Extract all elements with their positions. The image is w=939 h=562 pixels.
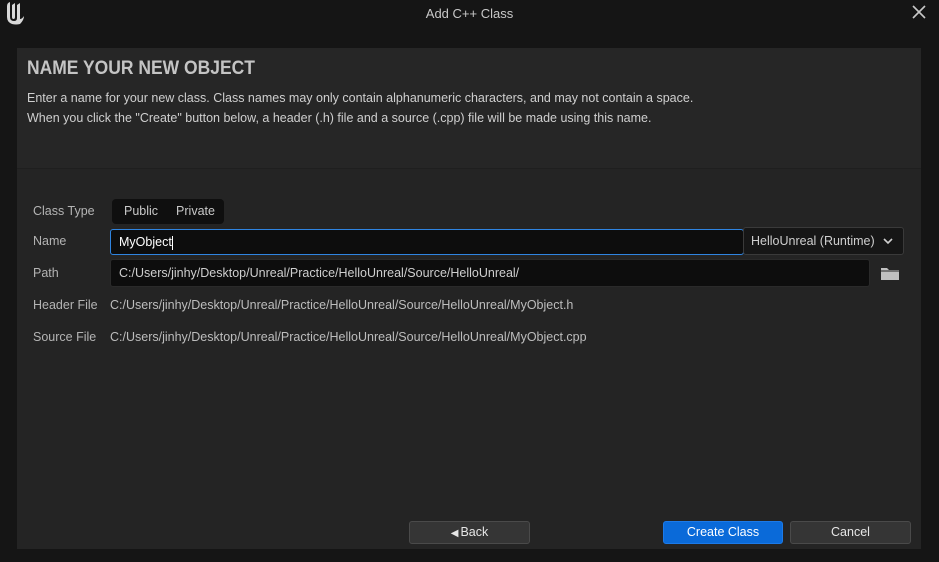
close-icon[interactable] [911, 4, 927, 20]
window-title: Add C++ Class [425, 6, 514, 21]
cancel-button[interactable]: Cancel [790, 521, 911, 544]
class-name-value: MyObject [119, 235, 172, 249]
description-line-2: When you click the "Create" button below… [27, 111, 652, 125]
title-bar: Add C++ Class [0, 0, 939, 28]
back-button[interactable]: ◀ Back [409, 521, 530, 544]
path-input[interactable]: C:/Users/jinhy/Desktop/Unreal/Practice/H… [110, 259, 870, 287]
class-type-public-button[interactable]: Public [112, 199, 167, 224]
create-class-button[interactable]: Create Class [663, 521, 783, 544]
path-label: Path [33, 266, 59, 280]
back-button-label: Back [460, 525, 489, 539]
header-section: NAME YOUR NEW OBJECT Enter a name for yo… [17, 48, 921, 169]
module-dropdown-value: HelloUnreal (Runtime) [751, 234, 875, 248]
class-name-input[interactable]: MyObject [110, 229, 744, 255]
header-file-path: C:/Users/jinhy/Desktop/Unreal/Practice/H… [110, 298, 574, 312]
class-type-toggle: Public Private [112, 199, 224, 224]
chevron-down-icon [883, 238, 893, 245]
class-type-private-button[interactable]: Private [167, 199, 224, 224]
class-type-label: Class Type [33, 204, 95, 218]
page-title: NAME YOUR NEW OBJECT [27, 58, 255, 79]
folder-icon[interactable] [881, 266, 899, 280]
dialog-panel: NAME YOUR NEW OBJECT Enter a name for yo… [17, 48, 921, 549]
description-line-1: Enter a name for your new class. Class n… [27, 91, 694, 105]
text-caret [171, 235, 173, 250]
source-file-label: Source File [33, 330, 97, 344]
header-file-label: Header File [33, 298, 98, 312]
chevron-left-icon: ◀ [450, 528, 459, 539]
name-label: Name [33, 234, 67, 248]
source-file-path: C:/Users/jinhy/Desktop/Unreal/Practice/H… [110, 330, 587, 344]
module-dropdown[interactable]: HelloUnreal (Runtime) [743, 227, 904, 255]
